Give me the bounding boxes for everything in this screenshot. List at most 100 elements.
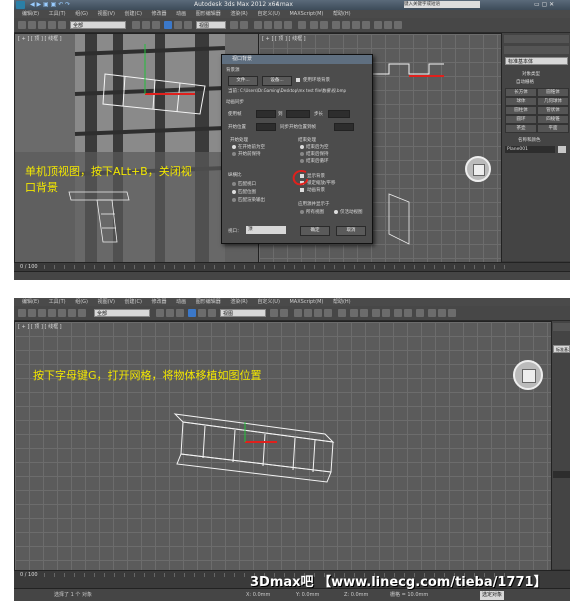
time-slider-text[interactable]: 0 / 100 bbox=[20, 263, 38, 271]
selection-filter-dropdown[interactable]: 全部 bbox=[94, 309, 150, 317]
select-by-name-icon[interactable] bbox=[166, 309, 174, 317]
primitive-button[interactable]: 平面 bbox=[537, 124, 569, 133]
object-name-input[interactable] bbox=[553, 471, 570, 478]
cancel-button[interactable]: 取消 bbox=[336, 226, 366, 236]
ok-button[interactable]: 确定 bbox=[300, 226, 330, 236]
end-opt-radio[interactable] bbox=[300, 159, 304, 163]
end-opt-radio[interactable] bbox=[300, 152, 304, 156]
render-frame-icon[interactable] bbox=[438, 309, 446, 317]
menu-item[interactable]: 动画 bbox=[176, 10, 186, 18]
render-frame-icon[interactable] bbox=[384, 21, 392, 29]
use-frame-start-field[interactable] bbox=[256, 110, 276, 118]
layer-icon[interactable] bbox=[372, 309, 380, 317]
menu-item[interactable]: 编辑(E) bbox=[22, 298, 39, 306]
snap-icon[interactable] bbox=[294, 309, 302, 317]
aspect-radio[interactable] bbox=[232, 182, 236, 186]
menu-item[interactable]: 图形编辑器 bbox=[196, 298, 221, 306]
angle-snap-icon[interactable] bbox=[264, 21, 272, 29]
graphite-icon[interactable] bbox=[382, 309, 390, 317]
select-icon[interactable] bbox=[68, 309, 76, 317]
menu-item[interactable]: 帮助(H) bbox=[333, 298, 351, 306]
select-manipulate-icon[interactable] bbox=[280, 309, 288, 317]
menu-item[interactable]: 编辑(E) bbox=[22, 10, 39, 18]
viewport-top[interactable]: [ + ] [ 顶 ] [ 线框 ] 按下字母键G，打开网格，将物体移植如图位置 bbox=[14, 321, 552, 571]
spinner-snap-icon[interactable] bbox=[284, 21, 292, 29]
menu-item[interactable]: 自定义(U) bbox=[257, 298, 280, 306]
align-icon[interactable] bbox=[320, 21, 328, 29]
devices-button[interactable]: 设备... bbox=[262, 76, 292, 86]
undo-icon[interactable] bbox=[18, 21, 26, 29]
rect-select-icon[interactable] bbox=[152, 21, 160, 29]
menu-item[interactable]: 修改器 bbox=[152, 10, 167, 18]
named-selection-icon[interactable] bbox=[338, 309, 346, 317]
start-opt-radio[interactable] bbox=[232, 152, 236, 156]
command-panel-tabs[interactable] bbox=[504, 35, 569, 43]
primitive-button[interactable]: 圆柱体 bbox=[505, 106, 537, 115]
material-editor-icon[interactable] bbox=[362, 21, 370, 29]
primitive-button[interactable]: 管状体 bbox=[537, 106, 569, 115]
ref-coord-dropdown[interactable]: 视图 bbox=[196, 21, 226, 29]
unlink-icon[interactable] bbox=[48, 21, 56, 29]
schematic-icon[interactable] bbox=[404, 309, 412, 317]
selection-set-dropdown[interactable]: 选定对象 bbox=[480, 591, 505, 600]
link-icon[interactable] bbox=[38, 309, 46, 317]
command-panel-tabs[interactable] bbox=[553, 323, 570, 331]
menu-item[interactable]: 渲染(R) bbox=[230, 298, 247, 306]
time-slider-text[interactable]: 0 / 100 bbox=[20, 571, 38, 579]
apply-radio[interactable] bbox=[334, 210, 338, 214]
viewcube-icon[interactable] bbox=[465, 156, 491, 182]
aspect-radio[interactable] bbox=[232, 190, 236, 194]
sync-start-field[interactable] bbox=[334, 123, 354, 131]
menu-item[interactable]: 图形编辑器 bbox=[196, 10, 221, 18]
angle-snap-icon[interactable] bbox=[304, 309, 312, 317]
primitive-button[interactable]: 球体 bbox=[505, 97, 537, 106]
menu-item[interactable]: 视图(V) bbox=[98, 298, 115, 306]
selection-filter-dropdown[interactable]: 全部 bbox=[70, 21, 126, 29]
redo-icon[interactable] bbox=[28, 309, 36, 317]
menu-item[interactable]: 工具(T) bbox=[49, 10, 66, 18]
layer-icon[interactable] bbox=[332, 21, 340, 29]
app-logo-icon[interactable] bbox=[16, 1, 25, 9]
rotate-icon[interactable] bbox=[174, 21, 182, 29]
align-icon[interactable] bbox=[360, 309, 368, 317]
select-region-icon[interactable] bbox=[78, 309, 86, 317]
render-setup-icon[interactable] bbox=[428, 309, 436, 317]
curve-editor-icon[interactable] bbox=[342, 21, 350, 29]
spinner-snap-icon[interactable] bbox=[324, 309, 332, 317]
mirror-icon[interactable] bbox=[310, 21, 318, 29]
viewcube-icon[interactable] bbox=[513, 360, 543, 390]
menu-item[interactable]: 帮助(H) bbox=[333, 10, 351, 18]
primitive-type-dropdown[interactable]: 标准基本 bbox=[553, 345, 570, 353]
window-controls[interactable]: ▭ ▢ ✕ bbox=[534, 0, 554, 10]
material-editor-icon[interactable] bbox=[416, 309, 424, 317]
menu-item[interactable]: 组(G) bbox=[75, 10, 88, 18]
menu-item[interactable]: MAXScript(M) bbox=[289, 10, 323, 18]
menu-item[interactable]: 创建(C) bbox=[125, 10, 142, 18]
percent-snap-icon[interactable] bbox=[314, 309, 322, 317]
end-opt-radio[interactable] bbox=[300, 145, 304, 149]
use-frame-end-field[interactable] bbox=[286, 110, 310, 118]
menu-item[interactable]: 创建(C) bbox=[125, 298, 142, 306]
menu-item[interactable]: 渲染(R) bbox=[230, 10, 247, 18]
redo-icon[interactable] bbox=[28, 21, 36, 29]
files-button[interactable]: 文件... bbox=[228, 76, 258, 86]
bind-spacewarp-icon[interactable] bbox=[58, 21, 66, 29]
menu-item[interactable]: 工具(T) bbox=[49, 298, 66, 306]
curve-editor-icon[interactable] bbox=[394, 309, 402, 317]
scale-icon[interactable] bbox=[184, 21, 192, 29]
rect-select-icon[interactable] bbox=[176, 309, 184, 317]
menu-item[interactable]: 组(G) bbox=[75, 298, 88, 306]
primitive-button[interactable]: 圆环 bbox=[505, 115, 537, 124]
unlink-icon[interactable] bbox=[48, 309, 56, 317]
render-setup-icon[interactable] bbox=[374, 21, 382, 29]
use-env-bg-checkbox[interactable] bbox=[296, 78, 300, 82]
primitive-button[interactable]: 茶壶 bbox=[505, 124, 537, 133]
ref-coord-dropdown[interactable]: 视图 bbox=[220, 309, 266, 317]
timeline[interactable]: 0 / 100 bbox=[14, 262, 570, 271]
render-icon[interactable] bbox=[448, 309, 456, 317]
step-field[interactable] bbox=[328, 110, 350, 118]
scale-icon[interactable] bbox=[208, 309, 216, 317]
auto-grid-label[interactable]: 自动栅格 bbox=[516, 79, 534, 85]
primitive-button[interactable]: 四棱锥 bbox=[537, 115, 569, 124]
snap-icon[interactable] bbox=[254, 21, 262, 29]
